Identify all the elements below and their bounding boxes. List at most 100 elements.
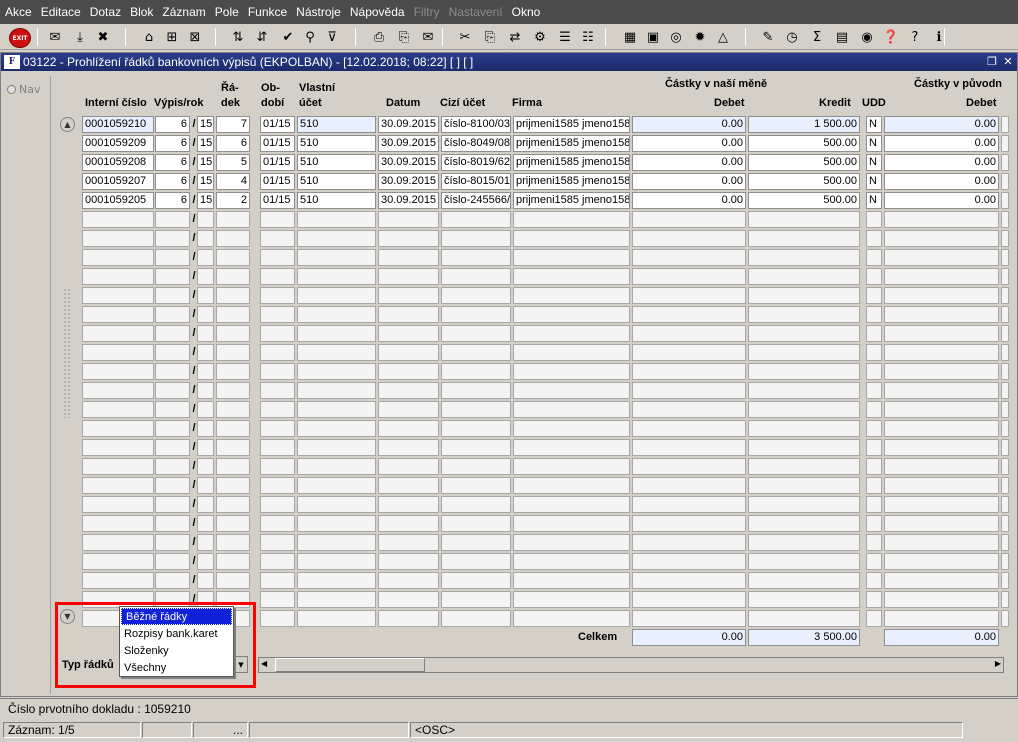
cell-debet[interactable] (632, 306, 746, 323)
cell-firma[interactable]: prijmeni1585 jmeno1585 (513, 154, 630, 171)
cell-debet2[interactable] (884, 287, 999, 304)
cell-vlastni[interactable] (297, 458, 376, 475)
cell-obdobi[interactable] (260, 572, 295, 589)
menu-item-6[interactable]: Funkce (248, 5, 287, 19)
print-icon[interactable]: ⎙ (369, 27, 389, 47)
cell-vypis[interactable] (155, 230, 190, 247)
cell-obdobi[interactable] (260, 439, 295, 456)
cell-udd[interactable] (866, 477, 882, 494)
cell-udd[interactable]: N (866, 173, 882, 190)
cell-kredit[interactable] (748, 249, 860, 266)
cell-udd[interactable] (866, 439, 882, 456)
cell-cizi[interactable] (441, 306, 511, 323)
cell-debet[interactable] (632, 230, 746, 247)
cell-interni[interactable] (82, 382, 154, 399)
menu-item-3[interactable]: Blok (130, 5, 153, 19)
cell-obdobi[interactable] (260, 306, 295, 323)
cell-debet[interactable]: 0.00 (632, 173, 746, 190)
cell-firma[interactable] (513, 325, 630, 342)
scroll-up-icon[interactable]: ▲ (60, 117, 75, 132)
cell-udd[interactable] (866, 230, 882, 247)
cell-rok[interactable] (197, 477, 214, 494)
cell-debet[interactable] (632, 591, 746, 608)
cell-debet2[interactable]: 0.00 (884, 135, 999, 152)
cell-kredit[interactable] (748, 363, 860, 380)
cell-rok[interactable]: 15 (197, 135, 214, 152)
cell-debet[interactable] (632, 515, 746, 532)
cell-interni[interactable] (82, 553, 154, 570)
cell-cizi[interactable] (441, 325, 511, 342)
cell-debet2[interactable] (884, 230, 999, 247)
cell-debet2[interactable] (884, 553, 999, 570)
cell-rok[interactable] (197, 401, 214, 418)
cell-vlastni[interactable] (297, 477, 376, 494)
key-icon[interactable]: ⚲ (300, 27, 320, 47)
cell-cizi[interactable] (441, 230, 511, 247)
cell-firma[interactable] (513, 287, 630, 304)
clock-icon[interactable]: ◷ (782, 27, 802, 47)
cell-obdobi[interactable] (260, 553, 295, 570)
cell-extra[interactable] (1001, 477, 1009, 494)
cell-extra[interactable] (1001, 173, 1009, 190)
cell-vypis[interactable] (155, 363, 190, 380)
cell-extra[interactable] (1001, 363, 1009, 380)
cell-interni[interactable] (82, 458, 154, 475)
cell-kredit[interactable] (748, 439, 860, 456)
cell-kredit[interactable] (748, 496, 860, 513)
delete-icon[interactable]: ✖ (93, 27, 113, 47)
cell-debet2[interactable] (884, 496, 999, 513)
cell-vypis[interactable]: 6 (155, 192, 190, 209)
cell-vlastni[interactable]: 510 (297, 192, 376, 209)
cell-obdobi[interactable] (260, 363, 295, 380)
cell-vypis[interactable]: 6 (155, 154, 190, 171)
cell-rok[interactable] (197, 382, 214, 399)
cell-udd[interactable] (866, 591, 882, 608)
cell-datum[interactable] (378, 496, 439, 513)
edit-icon[interactable]: ✎ (758, 27, 778, 47)
cell-obdobi[interactable] (260, 382, 295, 399)
cell-rok[interactable] (197, 211, 214, 228)
cell-interni[interactable] (82, 363, 154, 380)
cell-rok[interactable] (197, 458, 214, 475)
cell-udd[interactable] (866, 287, 882, 304)
cell-udd[interactable]: N (866, 116, 882, 133)
cell-kredit[interactable] (748, 382, 860, 399)
cell-vlastni[interactable] (297, 439, 376, 456)
cell-debet[interactable]: 0.00 (632, 154, 746, 171)
cell-extra[interactable] (1001, 572, 1009, 589)
cell-vypis[interactable] (155, 325, 190, 342)
cell-extra[interactable] (1001, 458, 1009, 475)
sort-desc-icon[interactable]: ⇵ (252, 27, 272, 47)
cell-cizi[interactable] (441, 515, 511, 532)
cell-obdobi[interactable] (260, 344, 295, 361)
cell-obdobi[interactable] (260, 610, 295, 627)
cell-datum[interactable] (378, 249, 439, 266)
cell-datum[interactable]: 30.09.2015 (378, 116, 439, 133)
cell-cizi[interactable] (441, 420, 511, 437)
cell-extra[interactable] (1001, 382, 1009, 399)
cell-datum[interactable]: 30.09.2015 (378, 192, 439, 209)
cell-extra[interactable] (1001, 534, 1009, 551)
cell-obdobi[interactable] (260, 534, 295, 551)
form-icon[interactable]: ▣ (643, 27, 663, 47)
cell-firma[interactable]: prijmeni1585 jmeno1585 (513, 192, 630, 209)
cell-datum[interactable] (378, 420, 439, 437)
cell-debet[interactable] (632, 610, 746, 627)
cell-datum[interactable] (378, 344, 439, 361)
cell-firma[interactable] (513, 515, 630, 532)
cell-vypis[interactable] (155, 572, 190, 589)
cell-udd[interactable]: N (866, 192, 882, 209)
cell-debet[interactable] (632, 553, 746, 570)
cell-cizi[interactable] (441, 268, 511, 285)
cell-debet[interactable] (632, 287, 746, 304)
cell-cizi[interactable] (441, 534, 511, 551)
cell-firma[interactable]: prijmeni1585 jmeno1585 (513, 116, 630, 133)
cell-interni[interactable] (82, 439, 154, 456)
close-icon[interactable]: ✕ (1001, 55, 1015, 69)
cell-extra[interactable] (1001, 420, 1009, 437)
menu-item-11[interactable]: Okno (512, 5, 541, 19)
cell-radek[interactable] (216, 420, 250, 437)
ok-icon[interactable]: ✔ (278, 27, 298, 47)
cell-radek[interactable]: 7 (216, 116, 250, 133)
cell-cizi[interactable] (441, 591, 511, 608)
